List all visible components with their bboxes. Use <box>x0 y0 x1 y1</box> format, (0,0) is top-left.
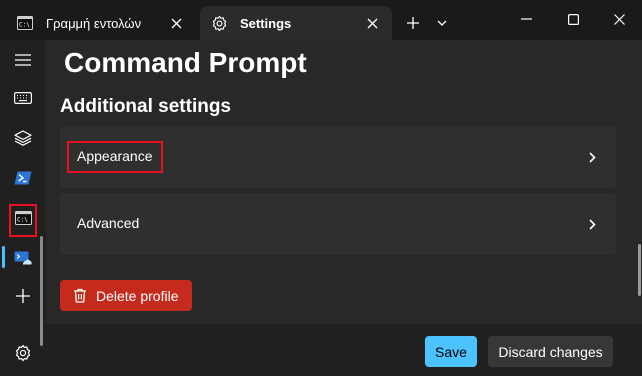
close-icon[interactable] <box>166 13 186 33</box>
highlight-box-sidebar <box>9 204 37 237</box>
title-bar: C:\ Γραμμή εντολών Settings <box>0 0 642 40</box>
section-heading: Additional settings <box>60 96 231 117</box>
close-icon[interactable] <box>362 13 382 33</box>
azure-cloud-shell-icon <box>14 251 32 270</box>
chevron-down-icon[interactable] <box>431 12 453 34</box>
sidebar-item-azure-cloud-shell[interactable] <box>6 244 40 276</box>
chevron-right-icon <box>584 215 600 233</box>
maximize-icon[interactable] <box>562 8 584 30</box>
cmd-prompt-icon: C:\ <box>16 14 34 32</box>
page-title: Command Prompt <box>64 47 307 78</box>
settings-content: Command Prompt Additional settings Appea… <box>46 40 642 323</box>
minimize-icon[interactable] <box>515 8 537 30</box>
gear-icon <box>14 344 32 367</box>
tab-settings[interactable]: Settings <box>200 6 392 40</box>
sidebar-item-appearance[interactable] <box>6 124 40 156</box>
trash-icon <box>72 288 88 304</box>
svg-text:C:\: C:\ <box>19 22 30 29</box>
sidebar-scrollbar[interactable] <box>40 236 43 346</box>
selection-indicator <box>2 246 5 268</box>
highlight-box-appearance <box>67 141 163 173</box>
keyboard-icon <box>14 91 32 109</box>
new-tab-plus-icon[interactable] <box>402 12 424 34</box>
delete-profile-button[interactable]: Delete profile <box>60 280 192 311</box>
close-icon[interactable] <box>608 8 630 30</box>
content-scrollbar[interactable] <box>638 244 641 296</box>
discard-changes-button[interactable]: Discard changes <box>488 336 613 367</box>
hamburger-menu-icon <box>15 53 31 71</box>
sidebar-item-add-profile[interactable] <box>6 282 40 314</box>
footer-bar: Save Discard changes <box>46 323 642 376</box>
advanced-card[interactable]: Advanced <box>60 193 616 255</box>
open-settings-button[interactable] <box>10 342 36 368</box>
sidebar-item-menu[interactable] <box>6 46 40 78</box>
sidebar-item-interaction[interactable] <box>6 84 40 116</box>
chevron-right-icon <box>584 148 600 166</box>
plus-icon <box>16 288 30 308</box>
delete-profile-label: Delete profile <box>96 287 179 304</box>
tab-label: Γραμμή εντολών <box>46 15 142 31</box>
advanced-label: Advanced <box>77 215 140 231</box>
tab-command-prompt[interactable]: C:\ Γραμμή εντολών <box>6 6 196 40</box>
sidebar-item-powershell[interactable] <box>6 164 40 196</box>
powershell-icon <box>14 171 32 190</box>
gear-icon <box>210 14 228 32</box>
tab-label: Settings <box>240 15 292 31</box>
layers-icon <box>14 129 32 151</box>
save-button[interactable]: Save <box>425 336 477 367</box>
